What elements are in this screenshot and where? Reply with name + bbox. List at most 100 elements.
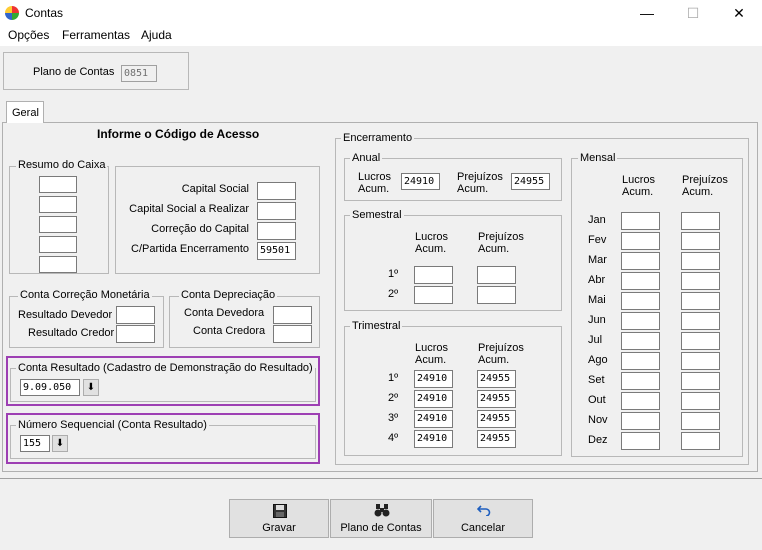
plano-contas-button[interactable]: Plano de Contas xyxy=(330,499,432,538)
mensal-lucros-field[interactable] xyxy=(621,272,660,290)
menu-opcoes[interactable]: Opções xyxy=(8,28,49,42)
resumo-field[interactable] xyxy=(39,196,77,213)
mensal-prejuizos-field[interactable] xyxy=(681,312,720,330)
resumo-field[interactable] xyxy=(39,256,77,273)
anual-lucros-field[interactable]: 24910 xyxy=(401,173,440,190)
month-label: Dez xyxy=(588,434,608,446)
mensal-prejuizos-field[interactable] xyxy=(681,232,720,250)
mensal-lucros-label-2: Acum. xyxy=(622,186,654,198)
resultado-devedor-label: Resultado Devedor xyxy=(18,309,113,321)
anual-prejuizos-label-2: Acum. xyxy=(457,183,489,195)
close-button[interactable]: ✕ xyxy=(716,0,762,26)
mensal-prejuizos-field[interactable] xyxy=(681,332,720,350)
anual-prejuizos-field[interactable]: 24955 xyxy=(511,173,550,190)
correcao-capital-field[interactable] xyxy=(257,222,296,240)
numero-sequencial-group: Número Sequencial (Conta Resultado) 155 … xyxy=(10,419,316,459)
menu-ajuda[interactable]: Ajuda xyxy=(141,28,172,42)
binoculars-icon xyxy=(374,504,390,517)
menu-ferramentas[interactable]: Ferramentas xyxy=(62,28,130,42)
trimestral-lucros-field[interactable]: 24910 xyxy=(414,410,453,428)
resultado-credor-label: Resultado Credor xyxy=(28,327,115,339)
mensal-lucros-field[interactable] xyxy=(621,372,660,390)
mensal-lucros-field[interactable] xyxy=(621,432,660,450)
month-label: Nov xyxy=(588,414,608,426)
arrow-down-icon[interactable]: ⬇ xyxy=(52,435,68,452)
month-label: Jun xyxy=(588,314,606,326)
mensal-lucros-field[interactable] xyxy=(621,212,660,230)
conta-devedora-field[interactable] xyxy=(273,306,312,324)
conta-credora-field[interactable] xyxy=(273,325,312,343)
semestral-group: Semestral Lucros Acum. Prejuízos Acum. 1… xyxy=(344,209,562,311)
trimestral-row-label: 3º xyxy=(388,412,399,424)
semestral-lucros-field[interactable] xyxy=(414,286,453,304)
mensal-prejuizos-field[interactable] xyxy=(681,372,720,390)
mensal-lucros-field[interactable] xyxy=(621,292,660,310)
semestral-row-label: 2º xyxy=(388,288,399,300)
menu-bar: Opções Ferramentas Ajuda xyxy=(0,26,762,46)
mensal-group: Mensal Lucros Acum. Prejuízos Acum. Jan F… xyxy=(571,152,743,457)
capital-realizar-field[interactable] xyxy=(257,202,296,220)
mensal-prejuizos-field[interactable] xyxy=(681,412,720,430)
capital-group: Capital Social Capital Social a Realizar… xyxy=(115,166,320,274)
mensal-lucros-field[interactable] xyxy=(621,352,660,370)
anual-prejuizos-label: Prejuízos xyxy=(457,171,503,183)
capital-realizar-label: Capital Social a Realizar xyxy=(129,203,249,215)
mensal-prejuizos-field[interactable] xyxy=(681,272,720,290)
resumo-field[interactable] xyxy=(39,236,77,253)
resultado-devedor-field[interactable] xyxy=(116,306,155,324)
conta-resultado-field[interactable]: 9.09.050 xyxy=(20,379,80,396)
trimestral-lucros-field[interactable]: 24910 xyxy=(414,430,453,448)
mensal-lucros-field[interactable] xyxy=(621,332,660,350)
semestral-prejuizos-field[interactable] xyxy=(477,266,516,284)
plano-field: 0851 xyxy=(121,65,157,82)
plano-box: Plano de Contas 0851 xyxy=(3,52,189,90)
anual-legend: Anual xyxy=(350,152,383,164)
trimestral-prejuizos-field[interactable]: 24955 xyxy=(477,430,516,448)
cpartida-field[interactable]: 59501 xyxy=(257,242,296,260)
semestral-lucros-field[interactable] xyxy=(414,266,453,284)
mensal-prejuizos-field[interactable] xyxy=(681,252,720,270)
numero-sequencial-field[interactable]: 155 xyxy=(20,435,50,452)
mensal-prejuizos-field[interactable] xyxy=(681,432,720,450)
anual-group: Anual Lucros Acum. 24910 Prejuízos Acum.… xyxy=(344,152,562,201)
arrow-down-icon[interactable]: ⬇ xyxy=(83,379,99,396)
mensal-lucros-label: Lucros xyxy=(622,174,656,186)
trimestral-prejuizos-field[interactable]: 24955 xyxy=(477,390,516,408)
mensal-lucros-field[interactable] xyxy=(621,392,660,410)
mensal-prejuizos-label: Prejuízos xyxy=(682,174,728,186)
mensal-lucros-field[interactable] xyxy=(621,312,660,330)
cancelar-button[interactable]: Cancelar xyxy=(433,499,533,538)
resumo-field[interactable] xyxy=(39,216,77,233)
anual-lucros-label: Lucros xyxy=(358,171,392,183)
month-label: Out xyxy=(588,394,606,406)
semestral-legend: Semestral xyxy=(350,209,404,221)
maximize-button[interactable]: ☐ xyxy=(670,0,716,26)
trimestral-prejuizos-field[interactable]: 24955 xyxy=(477,410,516,428)
mensal-lucros-field[interactable] xyxy=(621,232,660,250)
trimestral-lucros-field[interactable]: 24910 xyxy=(414,390,453,408)
mensal-prejuizos-field[interactable] xyxy=(681,392,720,410)
conta-resultado-group: Conta Resultado (Cadastro de Demonstraçã… xyxy=(10,362,316,402)
trimestral-prejuizos-field[interactable]: 24955 xyxy=(477,370,516,388)
capital-social-field[interactable] xyxy=(257,182,296,200)
mensal-prejuizos-field[interactable] xyxy=(681,292,720,310)
resumo-field[interactable] xyxy=(39,176,77,193)
tab-geral[interactable]: Geral xyxy=(6,101,44,123)
cancelar-label: Cancelar xyxy=(460,522,506,534)
trimestral-legend: Trimestral xyxy=(350,320,403,332)
gravar-button[interactable]: Gravar xyxy=(229,499,329,538)
minimize-button[interactable]: — xyxy=(624,0,670,26)
bottom-separator xyxy=(0,478,762,479)
resultado-credor-field[interactable] xyxy=(116,325,155,343)
mensal-prejuizos-field[interactable] xyxy=(681,352,720,370)
mensal-prejuizos-field[interactable] xyxy=(681,212,720,230)
trimestral-prejuizos-label-2: Acum. xyxy=(478,354,510,366)
mensal-lucros-field[interactable] xyxy=(621,252,660,270)
correcao-group: Conta Correção Monetária Resultado Deved… xyxy=(9,289,164,348)
semestral-prejuizos-field[interactable] xyxy=(477,286,516,304)
mensal-lucros-field[interactable] xyxy=(621,412,660,430)
month-label: Jan xyxy=(588,214,606,226)
trimestral-lucros-field[interactable]: 24910 xyxy=(414,370,453,388)
month-label: Set xyxy=(588,374,605,386)
conta-devedora-label: Conta Devedora xyxy=(184,307,265,319)
